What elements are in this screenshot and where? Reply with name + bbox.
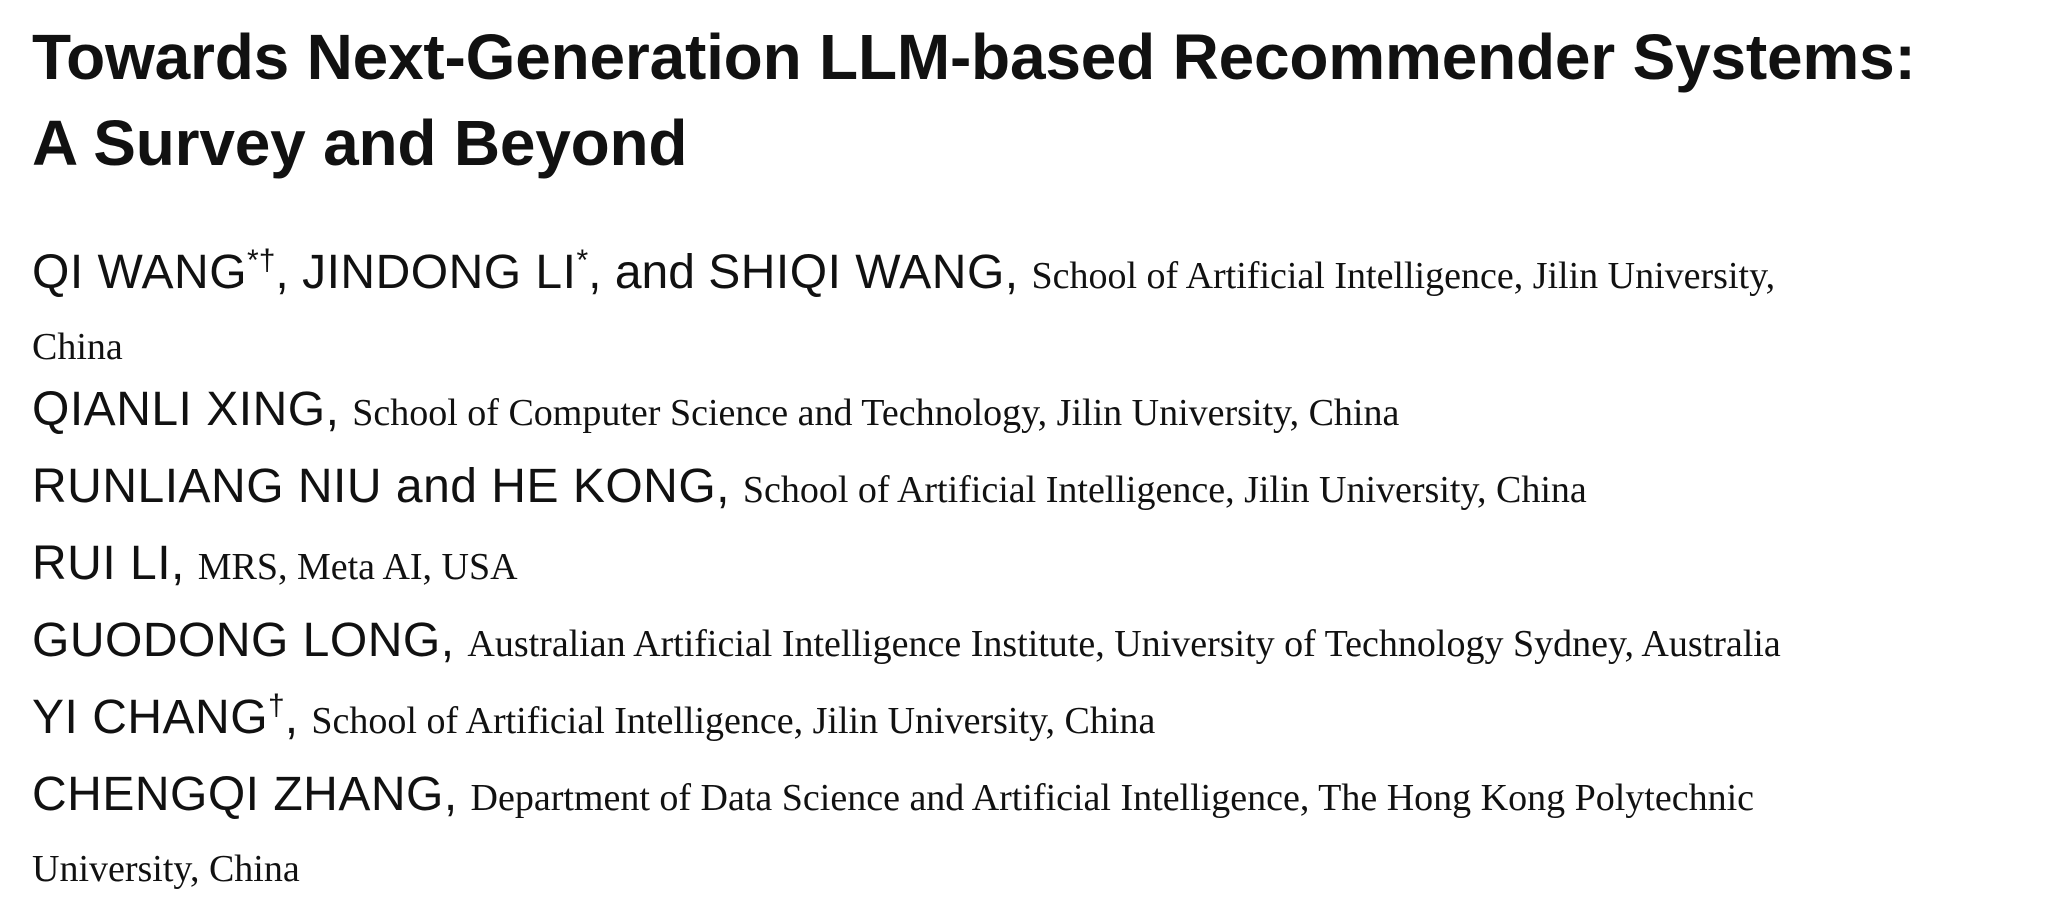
author-line-5: GUODONG LONG, Australian Artificial Inte… xyxy=(32,608,2042,685)
author-name-runliang-niu-he-kong: RUNLIANG NIU and HE KONG xyxy=(32,460,717,513)
author-separator: , xyxy=(275,246,303,299)
author-line-2: QIANLI XING, School of Computer Science … xyxy=(32,377,2042,454)
author-mark-jindong-li: * xyxy=(576,244,589,277)
author-name-chengqi-zhang: CHENGQI ZHANG xyxy=(32,768,444,821)
author-line-4: RUI LI, MRS, Meta AI, USA xyxy=(32,531,2042,608)
author-name-rui-li: RUI LI xyxy=(32,537,172,590)
author-affiliation: School of Artificial Intelligence, Jilin… xyxy=(742,469,1587,511)
paper-title: Towards Next-Generation LLM-based Recomm… xyxy=(32,14,2042,186)
author-affiliation-continuation: China xyxy=(32,326,123,368)
author-name-jindong-li: JINDONG LI xyxy=(302,246,577,299)
author-line-7: CHENGQI ZHANG, Department of Data Scienc… xyxy=(32,762,2042,839)
title-line-1: Towards Next-Generation LLM-based Recomm… xyxy=(32,21,1916,93)
author-separator: , xyxy=(325,383,353,436)
author-separator: , xyxy=(716,460,743,513)
author-separator: , xyxy=(1004,246,1032,299)
author-separator: , xyxy=(284,691,312,744)
author-name-shiqi-wang: SHIQI WANG xyxy=(708,246,1005,299)
author-mark-yi-chang: † xyxy=(268,689,285,722)
author-affiliation: MRS, Meta AI, USA xyxy=(197,546,518,588)
author-list: QI WANG*†, JINDONG LI*, and SHIQI WANG, … xyxy=(32,240,2042,899)
author-name-yi-chang: YI CHANG xyxy=(32,691,269,744)
author-line-1: QI WANG*†, JINDONG LI*, and SHIQI WANG, … xyxy=(32,240,2042,317)
author-mark-qi-wang: *† xyxy=(247,244,276,277)
author-affiliation-continuation: University, China xyxy=(32,848,300,890)
author-affiliation: School of Computer Science and Technolog… xyxy=(352,392,1400,434)
author-name-qi-wang: QI WANG xyxy=(32,246,248,299)
author-affiliation: School of Artificial Intelligence, Jilin… xyxy=(1031,255,1776,297)
author-affiliation: School of Artificial Intelligence, Jilin… xyxy=(311,700,1156,742)
author-affiliation: Australian Artificial Intelligence Insti… xyxy=(467,623,1781,665)
author-name-guodong-long: GUODONG LONG xyxy=(32,614,441,667)
paper-header: Towards Next-Generation LLM-based Recomm… xyxy=(32,14,2042,899)
author-separator: , xyxy=(443,768,471,821)
author-separator: , xyxy=(440,614,468,667)
author-line-6: YI CHANG†, School of Artificial Intellig… xyxy=(32,685,2042,762)
title-line-2: A Survey and Beyond xyxy=(32,107,688,179)
author-separator: , and xyxy=(588,246,709,299)
author-line-3: RUNLIANG NIU and HE KONG, School of Arti… xyxy=(32,454,2042,531)
author-separator: , xyxy=(171,537,198,590)
author-name-qianli-xing: QIANLI XING xyxy=(32,383,326,436)
author-affiliation: Department of Data Science and Artificia… xyxy=(470,777,1755,819)
